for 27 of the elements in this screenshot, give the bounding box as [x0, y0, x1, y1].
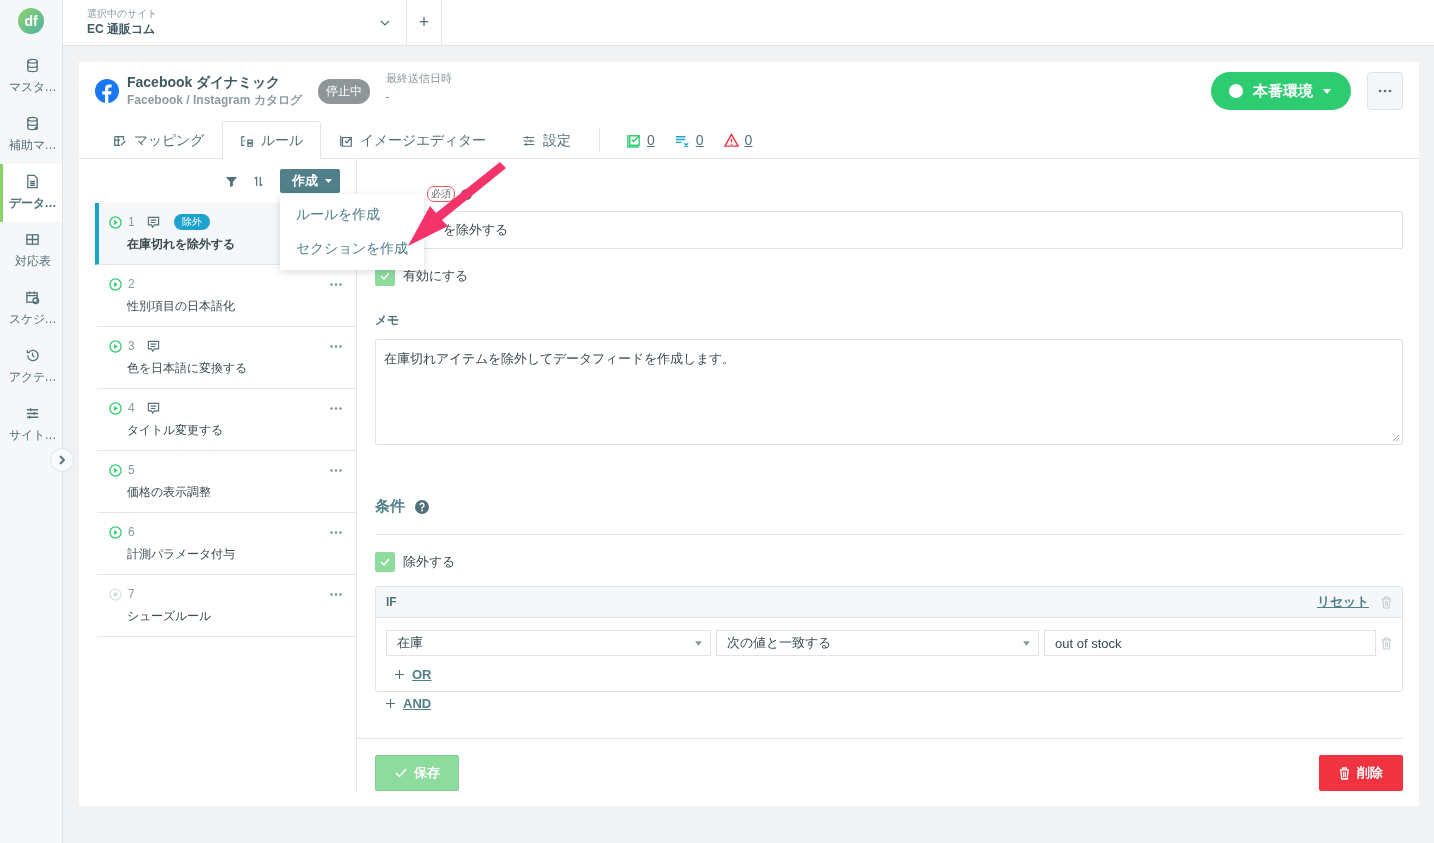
- rule-number: 7: [128, 587, 135, 601]
- last-sent-label: 最終送信日時: [385, 72, 452, 86]
- logo: df: [18, 8, 44, 34]
- feed-title: Facebook ダイナミック: [127, 73, 282, 92]
- rule-number: 1: [128, 215, 135, 229]
- rule-title: 計測パラメータ付与: [127, 546, 235, 563]
- feed-subtitle: Facebook / Instagram カタログ: [127, 91, 302, 109]
- field-label: メモ: [375, 312, 399, 329]
- rule-title: 在庫切れを除外する: [127, 236, 235, 253]
- rule-title: シューズルール: [127, 608, 211, 625]
- rule-title: 性別項目の日本語化: [127, 298, 235, 315]
- rule-title: 価格の表示調整: [127, 484, 211, 501]
- rule-number: 2: [128, 277, 135, 291]
- if-label: IF: [386, 595, 397, 609]
- rule-number: 4: [128, 401, 135, 415]
- section-title: 条件: [375, 497, 405, 516]
- tag: 除外: [173, 214, 210, 230]
- checkbox-label: 除外する: [403, 553, 455, 571]
- rule-number: 3: [128, 339, 135, 353]
- rule-number: 6: [128, 525, 135, 539]
- last-sent-value: -: [385, 91, 391, 102]
- rule-title: 色を日本語に変換する: [127, 360, 247, 377]
- status-badge: 停止中: [317, 78, 370, 104]
- rule-number: 5: [128, 463, 135, 477]
- required-badge: 必須: [427, 186, 455, 202]
- rule-title: タイトル変更する: [127, 422, 223, 439]
- checkbox-label: 有効にする: [403, 267, 468, 285]
